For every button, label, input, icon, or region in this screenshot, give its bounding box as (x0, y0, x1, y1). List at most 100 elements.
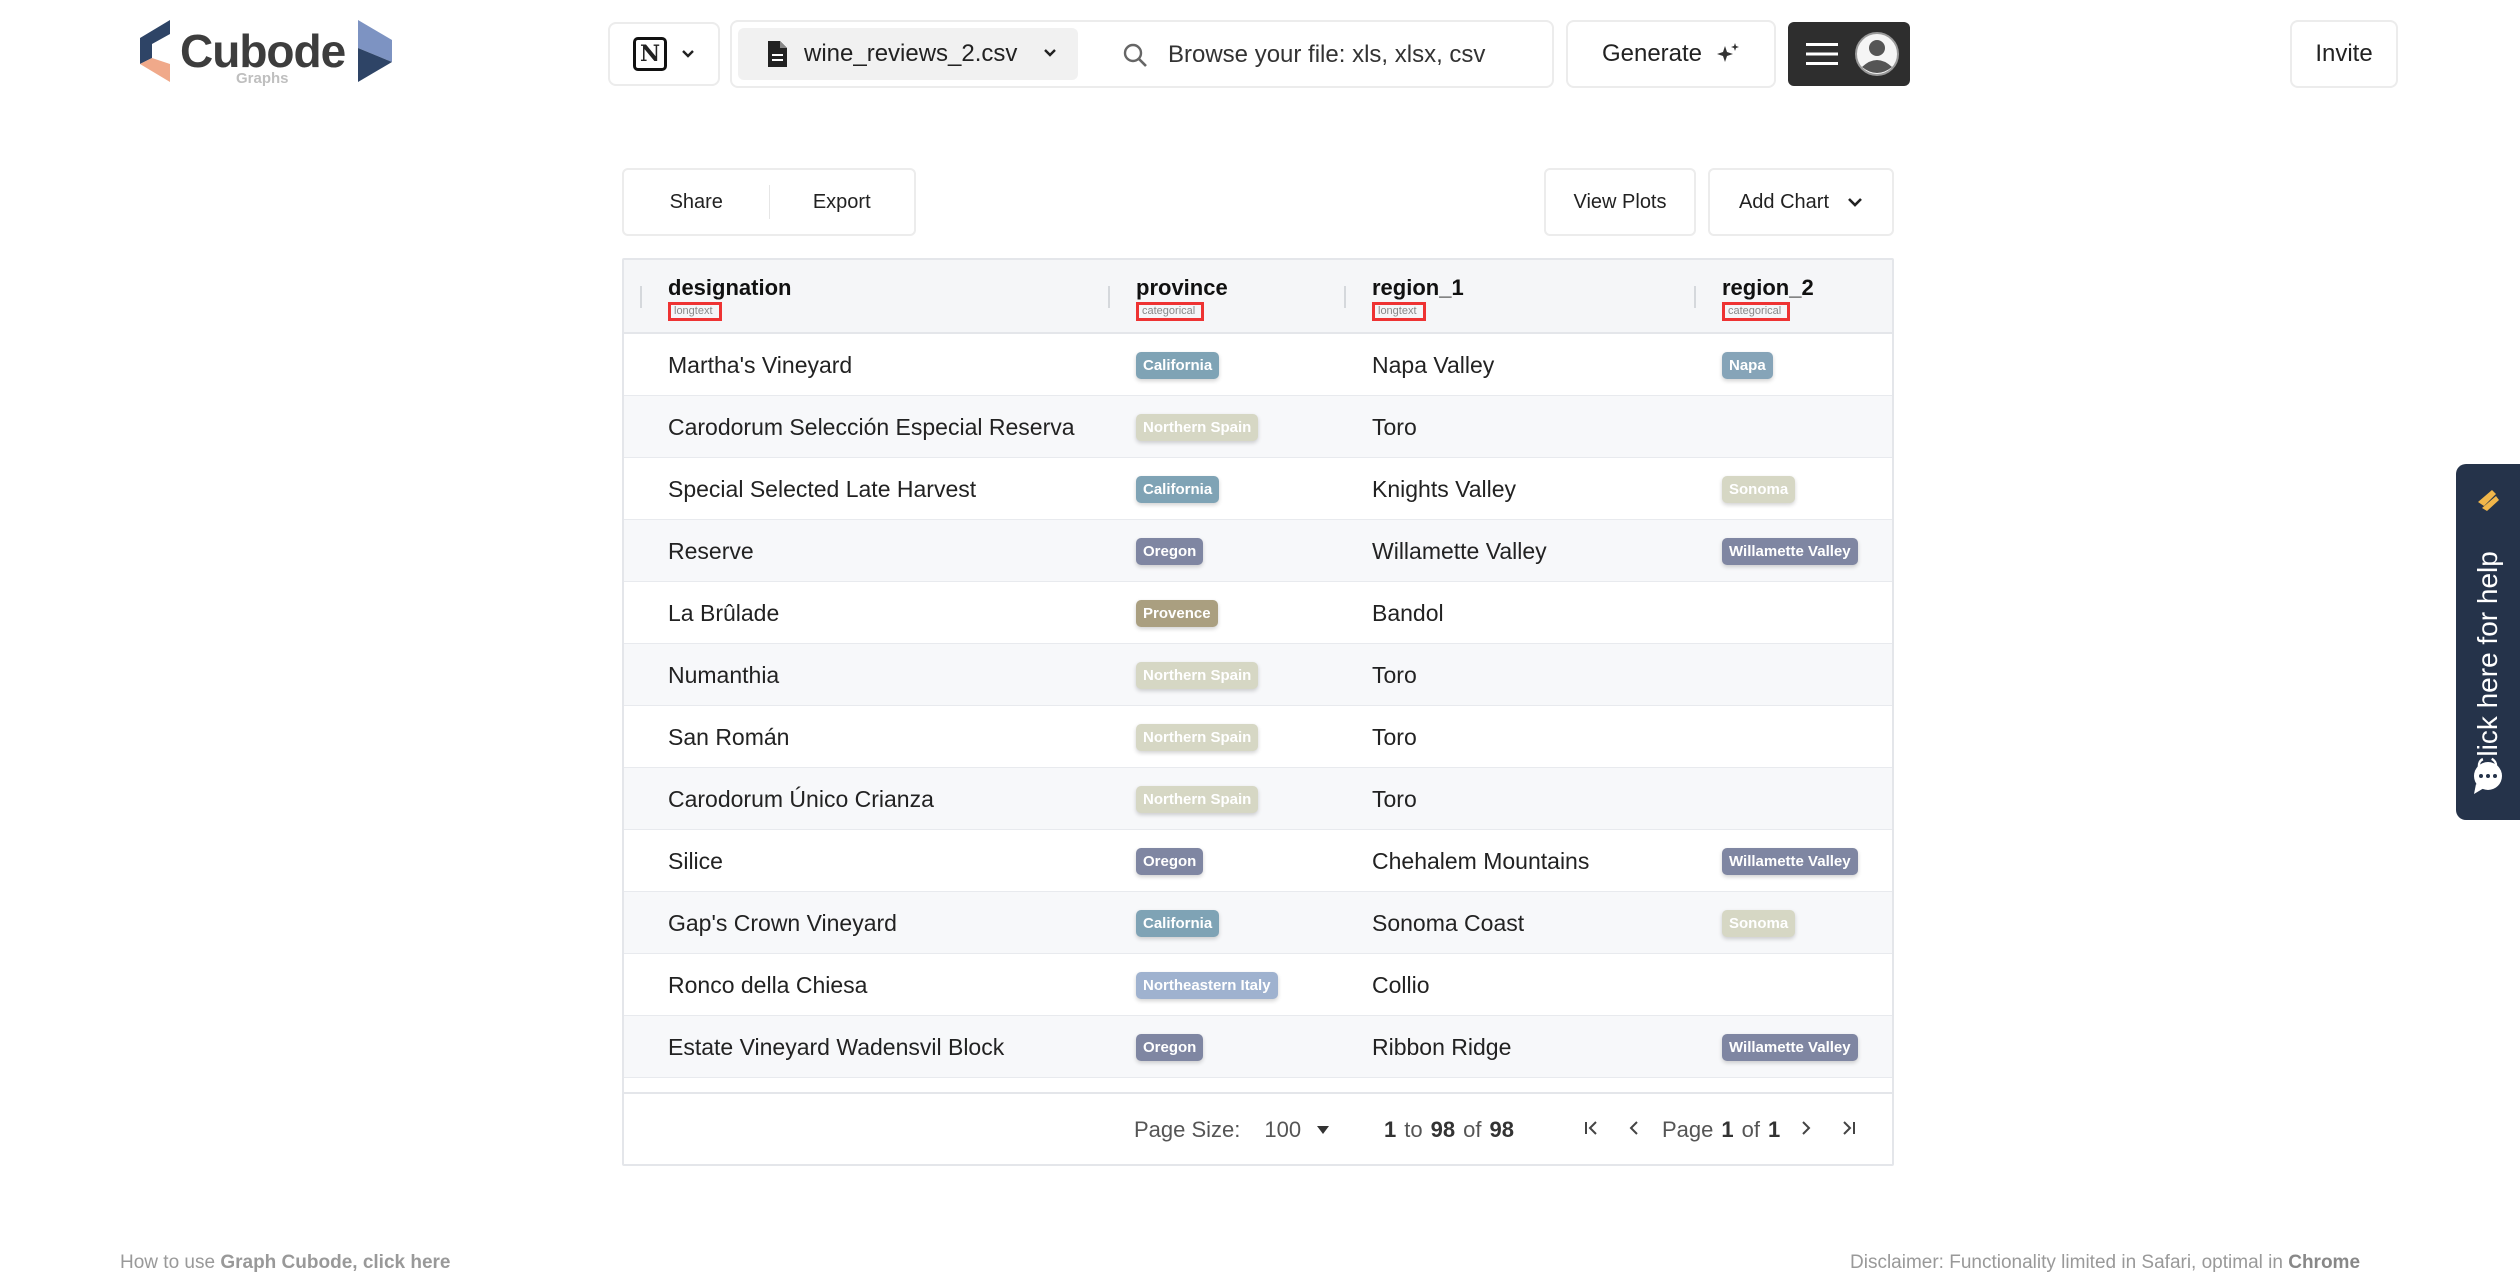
category-badge: Willamette Valley (1722, 847, 1858, 875)
cell-province[interactable]: Oregon (1136, 520, 1204, 582)
page-word: Page (1662, 1117, 1714, 1142)
category-badge: Sonoma (1722, 909, 1796, 937)
table-row[interactable]: Carodorum Único Crianza Northern Spain Tor… (624, 768, 1892, 830)
cell-designation[interactable]: Reserve (668, 520, 754, 582)
cell-region-1[interactable]: Napa Valley (1372, 334, 1494, 396)
cell-province[interactable]: Provence (1136, 582, 1218, 644)
cell-designation[interactable]: Carodorum Selección Especial Reserva (668, 396, 1075, 458)
header-separator[interactable] (1694, 286, 1696, 308)
cell-designation[interactable]: Ronco della Chiesa (668, 954, 867, 1016)
cubode-logo[interactable]: Cubode Graphs (140, 18, 400, 88)
cell-region-1[interactable]: Bandol (1372, 582, 1444, 644)
last-page-icon[interactable] (1838, 1118, 1858, 1138)
share-button[interactable]: Share (624, 191, 769, 214)
next-page-icon[interactable] (1796, 1118, 1816, 1138)
table-row[interactable]: Silice Oregon Chehalem Mountains Willamette… (624, 830, 1892, 892)
category-badge: Napa (1722, 351, 1773, 379)
help-tab[interactable]: Click here for help (2456, 464, 2520, 820)
previous-page-icon[interactable] (1624, 1118, 1644, 1138)
file-search[interactable]: Browse your file: xls, xlsx, csv (1122, 22, 1485, 88)
cell-text: Carodorum Único Crianza (668, 785, 934, 812)
cell-region-2[interactable]: Napa (1722, 334, 1773, 396)
page-size-select[interactable]: 100 (1264, 1117, 1301, 1143)
table-row[interactable]: Carodorum Selección Especial Reserva Nort… (624, 396, 1892, 458)
cell-region-2[interactable]: Willamette Valley (1722, 830, 1858, 892)
cell-region-1[interactable]: Sonoma Coast (1372, 892, 1524, 954)
menu-button[interactable] (1788, 22, 1910, 86)
cell-region-2[interactable]: Sonoma (1722, 458, 1796, 520)
cell-region-1[interactable]: Chehalem Mountains (1372, 830, 1589, 892)
add-chart-button[interactable]: Add Chart (1708, 168, 1894, 236)
cell-region-2[interactable]: Sonoma (1722, 892, 1796, 954)
cell-text: La Brûlade (668, 599, 780, 626)
cell-province[interactable]: Northern Spain (1136, 644, 1259, 706)
cell-province[interactable]: California (1136, 334, 1220, 396)
column-header-region-1[interactable]: region_1 longtext (1372, 276, 1464, 321)
table-row[interactable]: Martha's Vineyard California Napa Valley Na… (624, 334, 1892, 396)
table-row[interactable]: Numanthia Northern Spain Toro (624, 644, 1892, 706)
table-row[interactable]: Special Selected Late Harvest California K… (624, 458, 1892, 520)
cell-region-2[interactable]: Willamette Valley (1722, 520, 1858, 582)
cell-designation[interactable]: Special Selected Late Harvest (668, 458, 976, 520)
how-to-link[interactable]: How to use Graph Cubode, click here (120, 1252, 451, 1274)
table-row[interactable]: Ronco della Chiesa Northeastern Italy Coll… (624, 954, 1892, 1016)
category-badge: Northern Spain (1136, 413, 1259, 441)
cell-designation[interactable]: Carodorum Único Crianza (668, 768, 934, 830)
cell-text: Napa Valley (1372, 351, 1495, 378)
column-header-province[interactable]: province categorical (1136, 276, 1228, 321)
cell-designation[interactable]: Gap's Crown Vineyard (668, 892, 897, 954)
header-separator[interactable] (1108, 286, 1110, 308)
generate-button[interactable]: Generate (1566, 20, 1776, 88)
cell-text: Bandol (1372, 599, 1444, 626)
cell-region-1[interactable]: Willamette Valley (1372, 520, 1547, 582)
cell-province[interactable]: Northern Spain (1136, 768, 1259, 830)
category-badge: Northern Spain (1136, 723, 1259, 751)
row-range: 1 to 98 of 98 (1384, 1094, 1514, 1164)
pagination-bar: Page Size: 100 1 to 98 of 98 Page 1 of 1 (624, 1092, 1892, 1164)
first-page-icon[interactable] (1582, 1118, 1602, 1138)
cell-province[interactable]: Northeastern Italy (1136, 954, 1278, 1016)
cell-region-1[interactable]: Ribbon Ridge (1372, 1016, 1511, 1078)
chrome-link[interactable]: Chrome (2288, 1252, 2360, 1273)
cell-designation[interactable]: Estate Vineyard Wadensvil Block (668, 1016, 1004, 1078)
cell-designation[interactable]: Silice (668, 830, 723, 892)
chevron-down-icon (1848, 198, 1862, 207)
cell-region-1[interactable]: Knights Valley (1372, 458, 1516, 520)
view-plots-button[interactable]: View Plots (1544, 168, 1696, 236)
cell-designation[interactable]: Numanthia (668, 644, 779, 706)
cell-province[interactable]: Northern Spain (1136, 706, 1259, 768)
cell-province[interactable]: Oregon (1136, 830, 1204, 892)
cell-province[interactable]: California (1136, 892, 1220, 954)
cell-region-2[interactable]: Willamette Valley (1722, 1016, 1858, 1078)
range-from: 1 (1384, 1117, 1397, 1142)
file-select[interactable]: wine_reviews_2.csv (738, 28, 1078, 80)
category-badge: Willamette Valley (1722, 1033, 1858, 1061)
column-header-region-2[interactable]: region_2 categorical (1722, 276, 1814, 321)
cell-province[interactable]: California (1136, 458, 1220, 520)
table-row[interactable]: La Brûlade Provence Bandol (624, 582, 1892, 644)
cell-designation[interactable]: La Brûlade (668, 582, 779, 644)
invite-button[interactable]: Invite (2290, 20, 2398, 88)
table-row[interactable]: Reserve Oregon Willamette Valley Willamette… (624, 520, 1892, 582)
notion-button[interactable]: N (608, 22, 720, 86)
column-header-designation[interactable]: designation longtext (668, 276, 791, 321)
cell-province[interactable]: Oregon (1136, 1016, 1204, 1078)
export-button[interactable]: Export (770, 191, 915, 214)
cell-region-1[interactable]: Collio (1372, 954, 1430, 1016)
cell-text: Ronco della Chiesa (668, 971, 868, 998)
column-name: province (1136, 275, 1228, 300)
category-badge: Oregon (1136, 847, 1204, 875)
cell-designation[interactable]: San Román (668, 706, 789, 768)
cell-region-1[interactable]: Toro (1372, 644, 1417, 706)
how-to-link-text[interactable]: Graph Cubode, click here (220, 1252, 450, 1273)
table-row[interactable]: San Román Northern Spain Toro (624, 706, 1892, 768)
header-separator[interactable] (1344, 286, 1346, 308)
table-row[interactable]: Gap's Crown Vineyard California Sonoma Coa… (624, 892, 1892, 954)
table-row[interactable]: Estate Vineyard Wadensvil Block Oregon Rib… (624, 1016, 1892, 1078)
cell-province[interactable]: Northern Spain (1136, 396, 1259, 458)
cell-region-1[interactable]: Toro (1372, 706, 1417, 768)
cell-region-1[interactable]: Toro (1372, 768, 1417, 830)
cell-designation[interactable]: Martha's Vineyard (668, 334, 852, 396)
cell-region-1[interactable]: Toro (1372, 396, 1417, 458)
view-plots-label: View Plots (1573, 190, 1667, 213)
